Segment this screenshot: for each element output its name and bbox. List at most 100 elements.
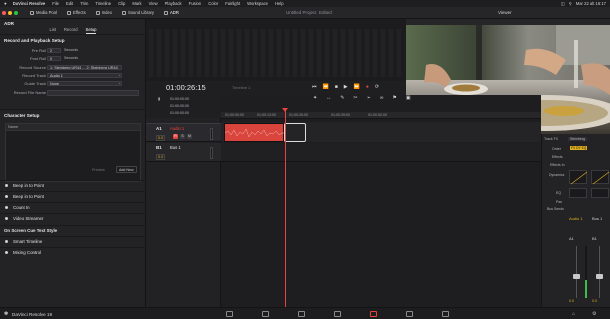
channel-index-a1: A1: [569, 236, 574, 241]
menu-fairlight[interactable]: Fairlight: [225, 1, 240, 6]
search-icon[interactable]: ⚲: [569, 1, 572, 6]
view-options-icon[interactable]: ▣: [406, 95, 411, 101]
apple-icon[interactable]: ●: [4, 1, 7, 6]
menu-playback[interactable]: Playback: [165, 1, 182, 6]
channel-name-audio-1[interactable]: Audio 1: [569, 216, 583, 221]
input-select[interactable]: Steinberg: [568, 137, 587, 141]
menu-trim[interactable]: Trim: [80, 1, 88, 6]
dynamics-graph[interactable]: [569, 170, 588, 185]
bus-track-header-b1[interactable]: B1 Bus 1 0.0: [146, 143, 221, 162]
marker-icon[interactable]: ▮: [158, 96, 160, 101]
mute-button[interactable]: M: [187, 134, 192, 139]
audio-track-header-a1[interactable]: A1 Audio 1 0.0 R S M: [146, 123, 221, 142]
menu-clip[interactable]: Clip: [118, 1, 125, 6]
timeline-area[interactable]: ✦ ↔ ✎ ✂ ➢ ∞ ⚑ ▣ 01:00:00:00 01:00:13:00 …: [221, 95, 541, 307]
record-arm-button[interactable]: R: [173, 134, 178, 139]
timeline-name-dropdown[interactable]: Timeline 1: [232, 85, 250, 90]
snap-icon[interactable]: ➢: [367, 95, 371, 101]
fader-b1[interactable]: [596, 274, 603, 279]
menu-app-name[interactable]: DaVinci Resolve: [13, 1, 46, 6]
record-icon[interactable]: ●: [366, 84, 369, 90]
home-icon[interactable]: ⌂: [572, 311, 575, 317]
tab-setup[interactable]: Setup: [85, 27, 97, 34]
fader-value-b1[interactable]: 0.0: [592, 299, 597, 303]
audio-clip-a1[interactable]: [224, 123, 285, 142]
fader-value-a1[interactable]: 0.0: [569, 299, 574, 303]
sound-library-button[interactable]: Sound Library: [121, 10, 154, 15]
menu-edit[interactable]: Edit: [66, 1, 73, 6]
order-value[interactable]: FX DY EQ: [570, 146, 588, 150]
menubar-clock[interactable]: Mar 22 alt 16:17: [576, 1, 606, 6]
record-track-select[interactable]: Audio 1: [47, 72, 122, 78]
wifi-icon[interactable]: ◫: [561, 1, 565, 6]
effects-button[interactable]: Effects: [66, 10, 86, 15]
fairlight-page-icon[interactable]: [370, 311, 377, 317]
beep-in-point-toggle[interactable]: Beep in to Point: [0, 180, 146, 190]
count-in-toggle[interactable]: Count In: [0, 202, 146, 212]
adr-button[interactable]: ADR: [164, 10, 179, 15]
minimize-window-button[interactable]: [8, 10, 12, 15]
range-tool-icon[interactable]: ↔: [326, 95, 331, 101]
media-page-icon[interactable]: [226, 311, 233, 317]
add-new-button[interactable]: Add New: [116, 166, 137, 173]
menu-color[interactable]: Color: [208, 1, 218, 6]
track-name-bus-1[interactable]: Bus 1: [170, 145, 181, 150]
solo-button[interactable]: S: [180, 134, 185, 139]
go-to-start-icon[interactable]: ⏮: [312, 84, 317, 90]
smart-timeline-toggle[interactable]: Smart Timeline: [0, 236, 146, 246]
menu-file[interactable]: File: [52, 1, 59, 6]
menu-help[interactable]: Help: [275, 1, 284, 6]
index-button[interactable]: Index: [95, 10, 112, 15]
post-roll-input[interactable]: 0: [47, 55, 61, 61]
menu-fusion[interactable]: Fusion: [189, 1, 202, 6]
edit-tool-icon[interactable]: ✎: [340, 95, 344, 101]
playhead[interactable]: [285, 108, 286, 307]
link-icon[interactable]: ∞: [380, 95, 384, 101]
guide-track-select[interactable]: None: [47, 80, 122, 86]
dynamics-graph-bus[interactable]: [591, 170, 610, 185]
cue-text-style-header[interactable]: On Screen Cue Text Style: [0, 225, 146, 235]
fast-forward-icon[interactable]: ⏩: [354, 84, 360, 90]
eq-graph-bus[interactable]: [591, 188, 609, 198]
menu-view[interactable]: View: [149, 1, 158, 6]
mixing-control-toggle[interactable]: Mixing Control: [0, 247, 146, 257]
fader-a1[interactable]: [573, 274, 580, 279]
recording-clip-a1[interactable]: [284, 123, 306, 142]
record-file-name-input[interactable]: [47, 89, 139, 96]
channel-name-bus-1[interactable]: Bus 1: [592, 216, 602, 221]
pre-roll-input[interactable]: 2: [47, 47, 61, 53]
flag-icon[interactable]: ⚑: [392, 95, 396, 101]
menu-mark[interactable]: Mark: [132, 1, 141, 6]
stop-icon[interactable]: ■: [335, 84, 338, 90]
track-volume-a1[interactable]: 0.0: [156, 135, 166, 141]
fusion-page-icon[interactable]: [334, 311, 341, 317]
tab-record[interactable]: Record: [64, 27, 78, 34]
timecode-display[interactable]: 01:00:26:15: [166, 83, 206, 92]
edit-page-icon[interactable]: [298, 311, 305, 317]
cut-page-icon[interactable]: [262, 311, 269, 317]
play-icon[interactable]: ▶: [344, 84, 348, 90]
zoom-window-button[interactable]: [14, 10, 18, 15]
loop-icon[interactable]: ⟳: [375, 84, 379, 90]
playhead-handle-icon[interactable]: [282, 108, 288, 112]
beep-in-point-2-toggle[interactable]: Beep in to Point: [0, 191, 146, 201]
tab-list[interactable]: List: [50, 27, 57, 34]
track-volume-b1[interactable]: 0.0: [156, 154, 166, 160]
selection-tool-icon[interactable]: ✦: [313, 95, 317, 101]
video-streamer-toggle[interactable]: Video Streamer: [0, 213, 146, 223]
settings-gear-icon[interactable]: ⚙: [592, 311, 596, 317]
eq-graph[interactable]: [569, 188, 587, 198]
deliver-page-icon[interactable]: [442, 311, 449, 317]
media-pool-button[interactable]: Media Pool: [30, 10, 57, 15]
timeline-ruler[interactable]: 01:00:00:00 01:00:13:00 01:00:26:00 01:0…: [221, 112, 541, 119]
color-page-icon[interactable]: [406, 311, 413, 317]
close-window-button[interactable]: [2, 10, 6, 15]
razor-tool-icon[interactable]: ✂: [353, 95, 357, 101]
track-name-audio-1[interactable]: Audio 1: [170, 126, 184, 131]
rewind-icon[interactable]: ⏪: [323, 84, 329, 90]
record-source-select[interactable]: 1: Steinberg UR44 ... 2: Steinberg UR44: [47, 64, 122, 70]
menu-workspace[interactable]: Workspace: [247, 1, 268, 6]
menu-timeline[interactable]: Timeline: [95, 1, 111, 6]
preview-button[interactable]: Preview: [92, 168, 105, 172]
character-list[interactable]: Name: [5, 123, 141, 182]
